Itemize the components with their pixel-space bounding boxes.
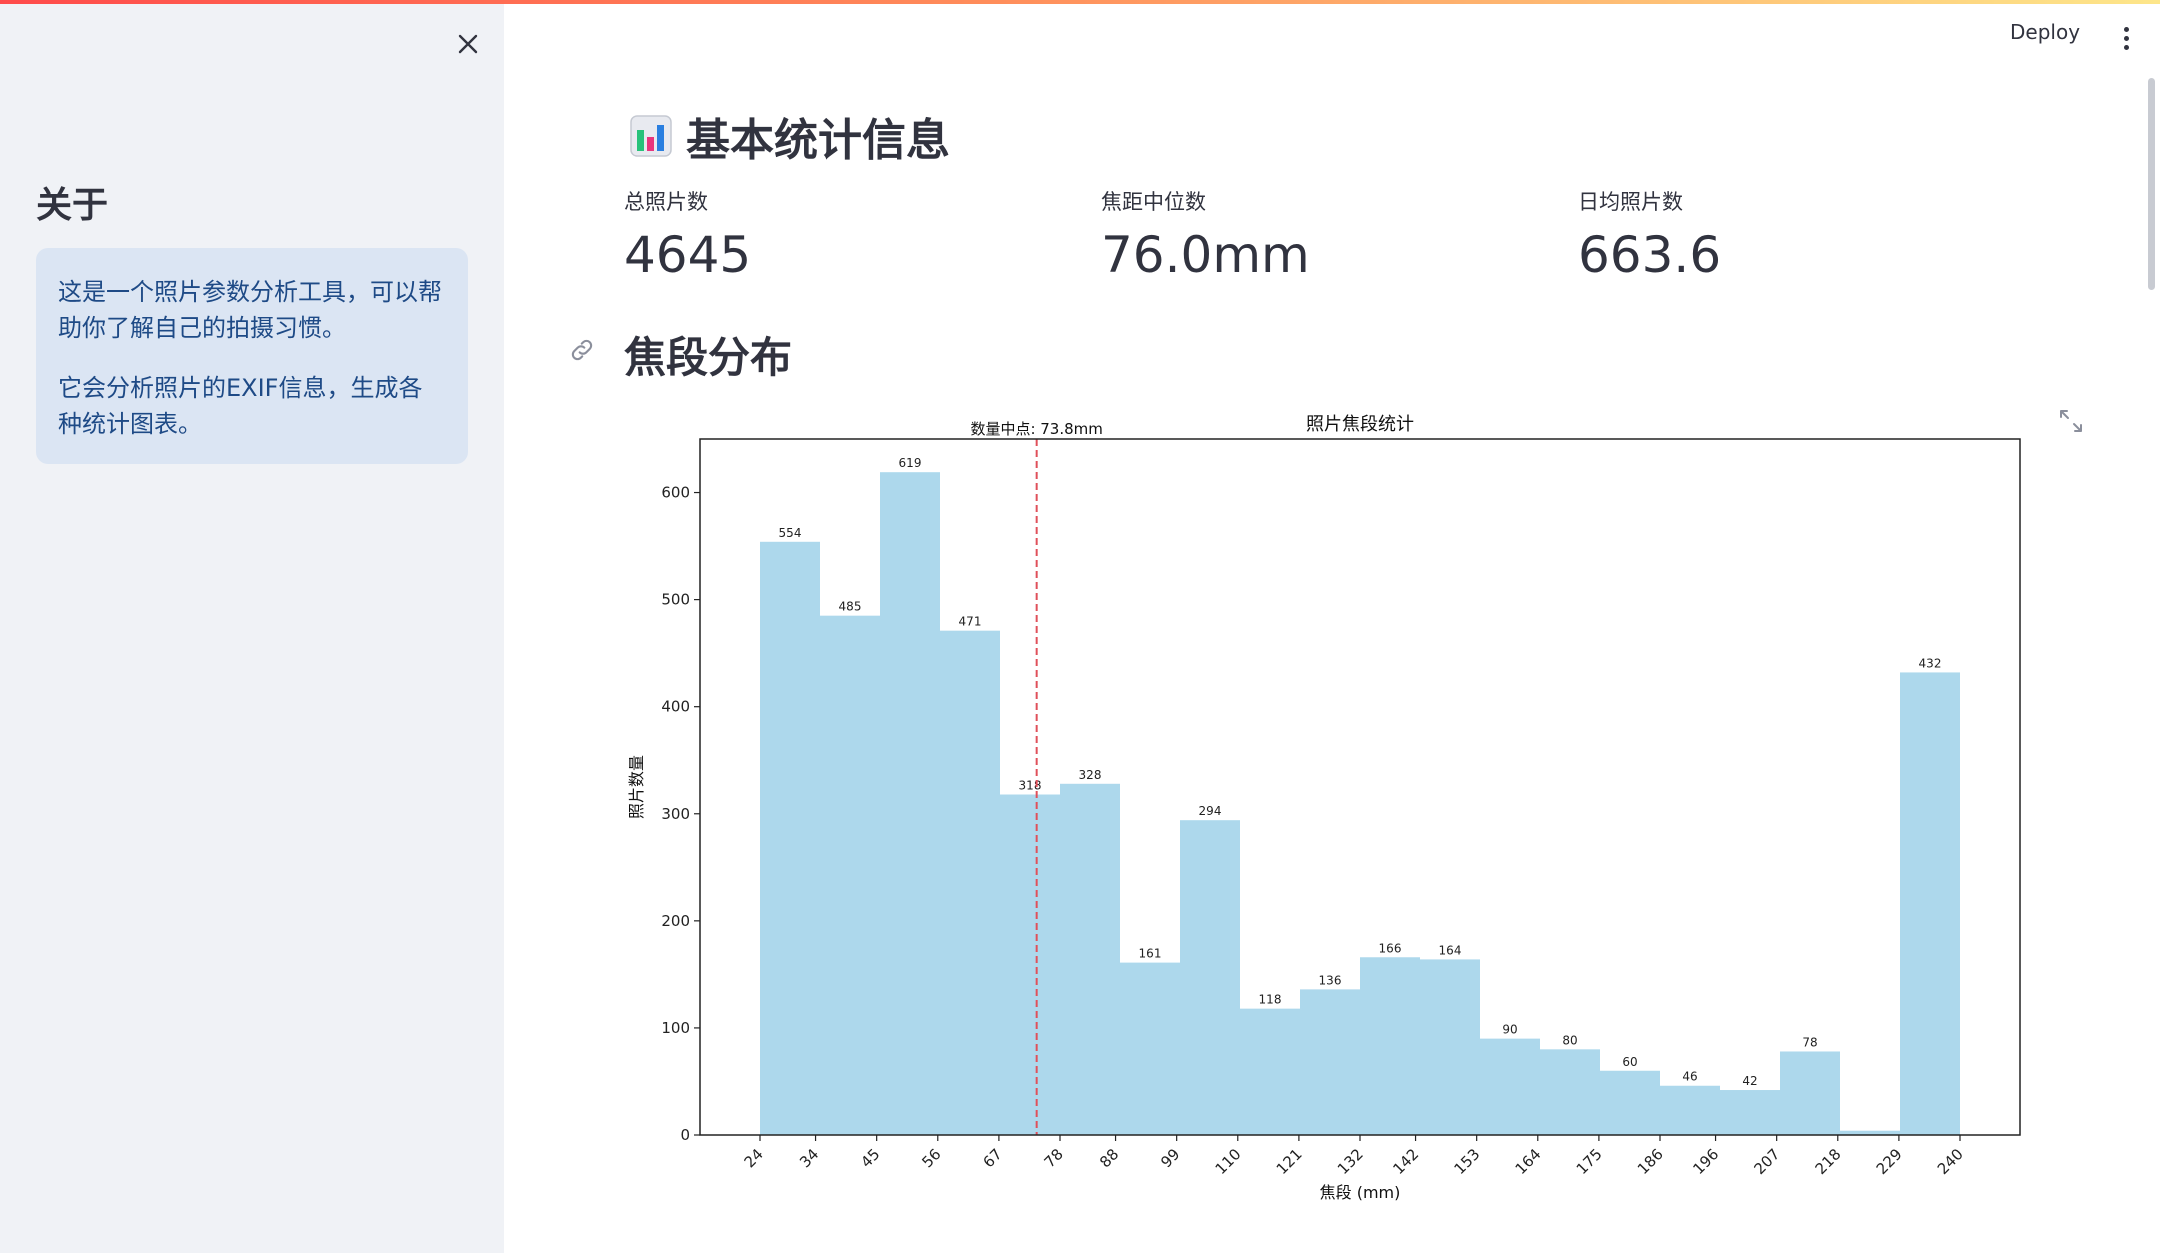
deploy-button[interactable]: Deploy xyxy=(2010,20,2080,44)
metric-label: 日均照片数 xyxy=(1578,190,1683,214)
x-tick-label: 45 xyxy=(857,1145,883,1171)
x-tick-label: 110 xyxy=(1212,1145,1245,1178)
bar-value-label: 164 xyxy=(1439,943,1462,957)
sidebar: 关于 这是一个照片参数分析工具，可以帮助你了解自己的拍摄习惯。 它会分析照片的E… xyxy=(0,4,504,1253)
histogram-bar xyxy=(1240,1008,1300,1135)
x-tick-label: 175 xyxy=(1573,1145,1606,1178)
x-tick-label: 164 xyxy=(1512,1145,1545,1178)
bar-value-label: 318 xyxy=(1019,778,1042,792)
chart-title: 照片焦段统计 xyxy=(1306,414,1414,435)
histogram-bar xyxy=(1120,962,1180,1135)
histogram-bar xyxy=(1420,959,1480,1135)
fullscreen-button[interactable] xyxy=(2058,408,2084,438)
x-tick-label: 207 xyxy=(1751,1145,1784,1178)
y-tick-label: 500 xyxy=(661,591,690,609)
histogram-bar xyxy=(1540,1049,1600,1135)
histogram-bar xyxy=(1060,783,1120,1135)
page-title: 基本统计信息 xyxy=(686,115,950,166)
bar-value-label: 432 xyxy=(1919,656,1942,670)
histogram-bar xyxy=(1180,820,1240,1135)
y-tick-label: 200 xyxy=(661,912,690,930)
anchor-link-button[interactable] xyxy=(568,336,596,368)
kebab-menu-icon xyxy=(2123,26,2129,32)
main-menu-button[interactable] xyxy=(2116,20,2136,56)
bar-value-label: 166 xyxy=(1379,941,1402,955)
x-tick-label: 121 xyxy=(1273,1145,1306,1178)
bar-value-label: 471 xyxy=(959,615,982,629)
x-tick-label: 196 xyxy=(1689,1145,1722,1178)
x-tick-label: 132 xyxy=(1334,1145,1367,1178)
x-tick-label: 153 xyxy=(1451,1145,1484,1178)
x-tick-label: 88 xyxy=(1096,1145,1122,1171)
metric-label: 焦距中位数 xyxy=(1101,190,1206,214)
y-tick-label: 100 xyxy=(661,1019,690,1037)
x-tick-label: 186 xyxy=(1634,1145,1667,1178)
bar-value-label: 619 xyxy=(899,456,922,470)
x-tick-label: 142 xyxy=(1389,1145,1422,1178)
histogram-bar xyxy=(880,472,940,1135)
bar-value-label: 118 xyxy=(1259,993,1282,1007)
y-axis-label: 照片数量 xyxy=(627,755,646,819)
x-tick-label: 229 xyxy=(1873,1145,1906,1178)
x-tick-label: 24 xyxy=(741,1145,767,1171)
y-tick-label: 300 xyxy=(661,805,690,823)
metric-value: 4645 xyxy=(624,226,752,284)
median-line-label: 数量中点: 73.8mm xyxy=(970,420,1102,438)
histogram-bar xyxy=(1900,672,1960,1135)
y-tick-label: 0 xyxy=(680,1126,690,1144)
histogram-bar xyxy=(1720,1090,1780,1135)
histogram-bar xyxy=(1000,794,1060,1135)
scrollbar-thumb[interactable] xyxy=(2148,78,2155,290)
close-icon xyxy=(458,34,478,54)
bar-value-label: 328 xyxy=(1079,768,1102,782)
bar-value-label: 136 xyxy=(1319,973,1342,987)
histogram-bar xyxy=(1480,1038,1540,1135)
x-tick-label: 34 xyxy=(796,1145,822,1171)
y-tick-label: 400 xyxy=(661,698,690,716)
metric-daily-avg: 日均照片数 663.6 xyxy=(1578,186,1721,284)
link-icon xyxy=(571,339,593,361)
focal-length-chart: 554 485 619 471 318 328 161 294 118 136 166 164 90 80… xyxy=(627,414,2021,1202)
info-paragraph: 这是一个照片参数分析工具，可以帮助你了解自己的拍摄习惯。 xyxy=(58,278,442,342)
metric-median-focal: 焦距中位数 76.0mm xyxy=(1101,186,1310,284)
metric-value: 663.6 xyxy=(1578,226,1722,284)
bar-value-label: 46 xyxy=(1682,1070,1697,1084)
metric-value: 76.0mm xyxy=(1101,226,1310,284)
metric-label: 总照片数 xyxy=(624,190,708,214)
histogram-bar xyxy=(1660,1085,1720,1135)
sidebar-title: 关于 xyxy=(36,185,109,226)
x-tick-label: 218 xyxy=(1812,1145,1845,1178)
metric-total-photos: 总照片数 4645 xyxy=(624,186,751,284)
x-tick-label: 56 xyxy=(918,1145,944,1171)
bar-value-label: 554 xyxy=(779,526,802,540)
bar-value-label: 161 xyxy=(1139,947,1162,961)
close-sidebar-button[interactable] xyxy=(450,26,486,62)
histogram-bar xyxy=(1780,1051,1840,1135)
histogram-bar xyxy=(1300,989,1360,1135)
bar-value-label: 42 xyxy=(1742,1074,1757,1088)
bar-chart-icon xyxy=(630,115,672,157)
bar-value-label: 78 xyxy=(1802,1035,1817,1049)
x-tick-label: 99 xyxy=(1157,1145,1183,1171)
x-tick-label: 67 xyxy=(979,1145,1005,1171)
x-tick-label: 78 xyxy=(1041,1145,1067,1171)
y-tick-label: 600 xyxy=(661,484,690,502)
info-paragraph: 它会分析照片的EXIF信息，生成各种统计图表。 xyxy=(58,374,423,438)
bar-value-label: 90 xyxy=(1502,1023,1517,1037)
page-title-row: 基本统计信息 xyxy=(630,104,950,168)
fullscreen-icon xyxy=(2060,410,2082,432)
bar-value-label: 80 xyxy=(1562,1033,1577,1047)
section-title: 焦段分布 xyxy=(624,333,793,382)
histogram-bar xyxy=(820,615,880,1135)
x-tick-label: 240 xyxy=(1934,1145,1967,1178)
histogram-bar xyxy=(1600,1070,1660,1135)
histogram-bar xyxy=(940,630,1000,1135)
bar-value-label: 485 xyxy=(839,600,862,614)
bar-value-label: 60 xyxy=(1622,1055,1637,1069)
histogram-bar xyxy=(760,541,820,1135)
bar-value-label: 294 xyxy=(1199,804,1222,818)
x-axis-label: 焦段 (mm) xyxy=(1320,1183,1401,1202)
histogram-bar xyxy=(1360,957,1420,1135)
info-box: 这是一个照片参数分析工具，可以帮助你了解自己的拍摄习惯。 它会分析照片的EXIF… xyxy=(36,248,468,464)
